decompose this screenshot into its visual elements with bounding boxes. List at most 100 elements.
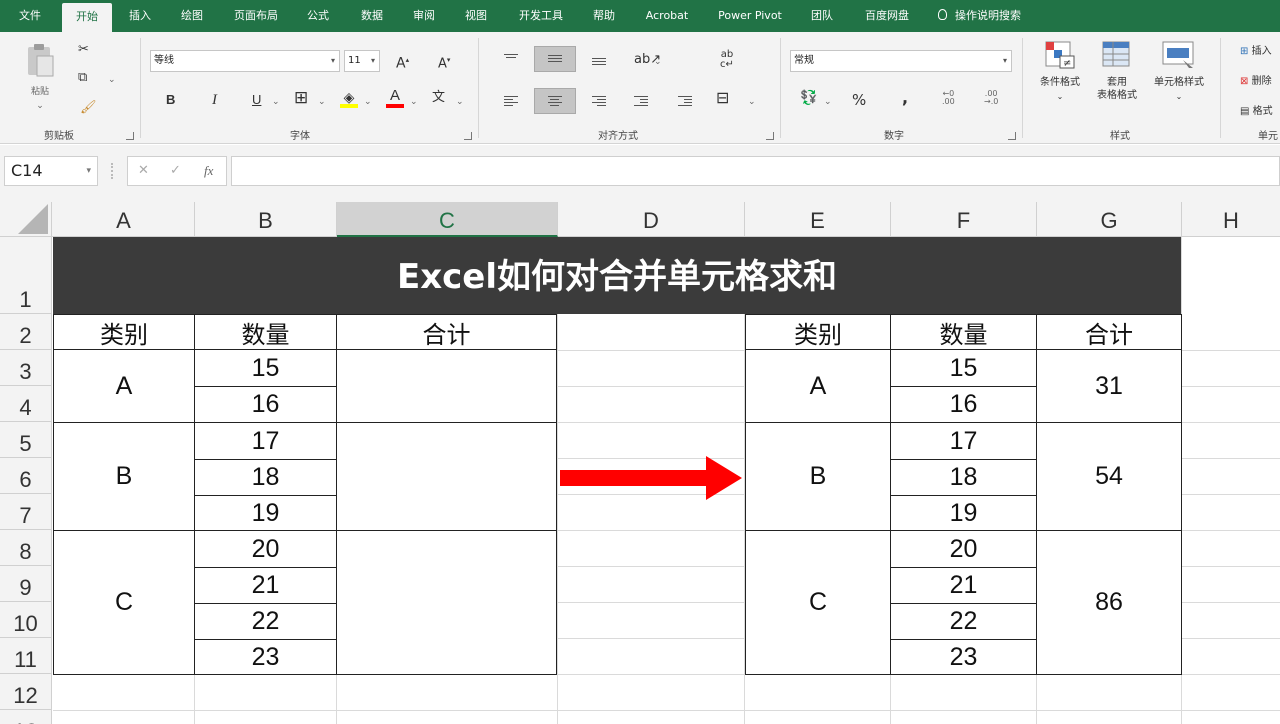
row-header-3[interactable]: 3 bbox=[0, 350, 52, 386]
row-header-4[interactable]: 4 bbox=[0, 386, 52, 422]
quantity-cell[interactable]: 22 bbox=[890, 603, 1037, 640]
copy-dropdown-icon[interactable]: ⌄ bbox=[108, 72, 116, 88]
row-header-7[interactable]: 7 bbox=[0, 494, 52, 530]
decrease-indent-icon[interactable] bbox=[634, 94, 648, 108]
column-header-c[interactable]: C bbox=[337, 202, 558, 237]
row-header-10[interactable]: 10 bbox=[0, 602, 52, 638]
tab-insert[interactable]: 插入 bbox=[120, 0, 160, 32]
currency-dropdown-icon[interactable]: ⌄ bbox=[824, 94, 832, 110]
align-center-button[interactable] bbox=[534, 88, 576, 114]
paste-button[interactable]: 粘贴 ⌄ bbox=[18, 40, 62, 111]
insert-cells-button[interactable]: ⊞ 插入 bbox=[1240, 42, 1280, 60]
quantity-cell[interactable]: 22 bbox=[194, 603, 337, 640]
tell-me-search[interactable]: 操作说明搜索 bbox=[938, 0, 1021, 32]
phonetic-dropdown-icon[interactable]: ⌄ bbox=[456, 94, 464, 110]
conditional-formatting-button[interactable]: ≠ 条件格式 ⌄ bbox=[1034, 40, 1086, 114]
tab-review[interactable]: 审阅 bbox=[404, 0, 444, 32]
align-right-icon[interactable] bbox=[592, 94, 606, 108]
tab-view[interactable]: 视图 bbox=[456, 0, 496, 32]
insert-function-icon[interactable]: fx bbox=[204, 163, 213, 179]
underline-dropdown-icon[interactable]: ⌄ bbox=[272, 94, 280, 110]
column-header-f[interactable]: F bbox=[891, 202, 1037, 237]
increase-font-icon[interactable]: A▴ bbox=[396, 52, 409, 72]
row-header-8[interactable]: 8 bbox=[0, 530, 52, 566]
currency-icon[interactable]: 💱 bbox=[800, 90, 817, 106]
total-cell[interactable]: 31 bbox=[1036, 349, 1182, 423]
total-cell[interactable]: 86 bbox=[1036, 530, 1182, 675]
cut-icon[interactable]: ✂ bbox=[78, 42, 89, 58]
alignment-launcher-icon[interactable] bbox=[766, 132, 774, 140]
number-format-select[interactable]: 常规 ▾ bbox=[790, 50, 1012, 72]
tab-draw[interactable]: 绘图 bbox=[172, 0, 212, 32]
row-header-12[interactable]: 12 bbox=[0, 674, 52, 710]
format-cells-button[interactable]: ▤ 格式 bbox=[1240, 102, 1280, 120]
enter-icon[interactable]: ✓ bbox=[170, 163, 181, 178]
category-cell[interactable]: C bbox=[53, 530, 195, 675]
column-header-g[interactable]: G bbox=[1037, 202, 1182, 237]
align-bottom-icon[interactable] bbox=[592, 56, 606, 67]
cell-styles-button[interactable]: 单元格样式 ⌄ bbox=[1148, 40, 1210, 114]
category-cell[interactable]: A bbox=[745, 349, 891, 423]
align-middle-button[interactable] bbox=[534, 46, 576, 72]
merge-center-icon[interactable]: ⊟ bbox=[716, 90, 729, 106]
row-header-6[interactable]: 6 bbox=[0, 458, 52, 494]
font-color-icon[interactable]: A bbox=[386, 88, 404, 108]
header-category-cell[interactable]: 类别 bbox=[53, 314, 195, 350]
borders-dropdown-icon[interactable]: ⌄ bbox=[318, 94, 326, 110]
fill-color-icon[interactable]: ◈ bbox=[340, 90, 358, 108]
row-header-1[interactable]: 1 bbox=[0, 237, 52, 314]
header-quantity-cell[interactable]: 数量 bbox=[890, 314, 1037, 350]
category-cell[interactable]: A bbox=[53, 349, 195, 423]
header-category-cell[interactable]: 类别 bbox=[745, 314, 891, 350]
borders-icon[interactable]: ⊞ bbox=[294, 90, 308, 107]
decrease-font-icon[interactable]: A▾ bbox=[438, 52, 450, 72]
comma-style-button[interactable]: , bbox=[902, 90, 908, 106]
quantity-cell[interactable]: 15 bbox=[194, 349, 337, 387]
font-size-select[interactable]: 11 ▾ bbox=[344, 50, 380, 72]
tab-file[interactable]: 文件 bbox=[8, 0, 52, 32]
quantity-cell[interactable]: 16 bbox=[890, 386, 1037, 423]
quantity-cell[interactable]: 20 bbox=[194, 530, 337, 568]
quantity-cell[interactable]: 17 bbox=[890, 422, 1037, 460]
quantity-cell[interactable]: 21 bbox=[194, 567, 337, 604]
tab-developer[interactable]: 开发工具 bbox=[510, 0, 572, 32]
tab-team[interactable]: 团队 bbox=[802, 0, 842, 32]
header-quantity-cell[interactable]: 数量 bbox=[194, 314, 337, 350]
cancel-icon[interactable]: ✕ bbox=[138, 163, 149, 178]
header-total-cell[interactable]: 合计 bbox=[1036, 314, 1182, 350]
quantity-cell[interactable]: 19 bbox=[194, 495, 337, 531]
name-box[interactable]: C14 ▾ bbox=[4, 156, 98, 186]
underline-button[interactable]: U bbox=[252, 92, 261, 108]
row-header-2[interactable]: 2 bbox=[0, 314, 52, 350]
row-header-5[interactable]: 5 bbox=[0, 422, 52, 458]
font-color-dropdown-icon[interactable]: ⌄ bbox=[410, 94, 418, 110]
total-cell-empty[interactable] bbox=[336, 422, 557, 531]
clipboard-launcher-icon[interactable] bbox=[126, 132, 134, 140]
increase-indent-icon[interactable] bbox=[678, 94, 692, 108]
quantity-cell[interactable]: 18 bbox=[890, 459, 1037, 496]
delete-cells-button[interactable]: ⊠ 删除 bbox=[1240, 72, 1280, 90]
orientation-dropdown-icon[interactable]: ⌄ bbox=[654, 54, 662, 70]
quantity-cell[interactable]: 23 bbox=[194, 639, 337, 675]
sheet-title[interactable]: Excel如何对合并单元格求和 bbox=[53, 237, 1181, 314]
tab-data[interactable]: 数据 bbox=[350, 0, 394, 32]
number-launcher-icon[interactable] bbox=[1008, 132, 1016, 140]
tab-help[interactable]: 帮助 bbox=[584, 0, 624, 32]
align-top-icon[interactable] bbox=[504, 52, 518, 60]
fill-color-dropdown-icon[interactable]: ⌄ bbox=[364, 94, 372, 110]
formula-bar-grip[interactable] bbox=[111, 163, 113, 179]
tab-home[interactable]: 开始 bbox=[62, 3, 112, 32]
row-header-11[interactable]: 11 bbox=[0, 638, 52, 674]
quantity-cell[interactable]: 20 bbox=[890, 530, 1037, 568]
phonetic-guide-icon[interactable]: 文 bbox=[432, 90, 445, 106]
total-cell-empty[interactable] bbox=[336, 349, 557, 423]
quantity-cell[interactable]: 16 bbox=[194, 386, 337, 423]
quantity-cell[interactable]: 17 bbox=[194, 422, 337, 460]
quantity-cell[interactable]: 23 bbox=[890, 639, 1037, 675]
total-cell[interactable]: 54 bbox=[1036, 422, 1182, 531]
formula-input[interactable] bbox=[231, 156, 1280, 186]
tab-baidu-netdisk[interactable]: 百度网盘 bbox=[856, 0, 918, 32]
column-header-a[interactable]: A bbox=[53, 202, 195, 237]
category-cell[interactable]: B bbox=[745, 422, 891, 531]
total-cell-empty[interactable] bbox=[336, 530, 557, 675]
